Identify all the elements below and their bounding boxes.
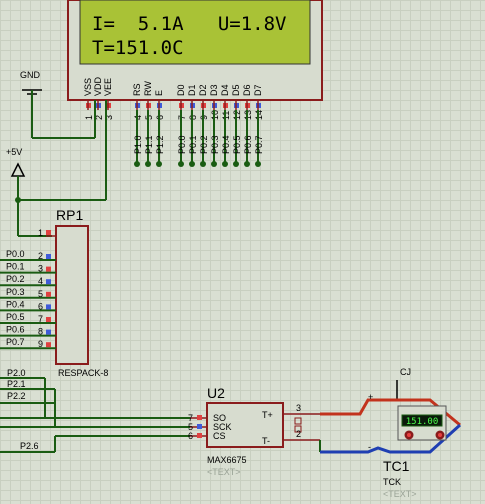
lcd-net-label: P0.7 <box>254 135 264 154</box>
tc1-text-placeholder: <TEXT> <box>383 489 417 499</box>
rp1-pin-marker <box>46 317 51 322</box>
lcd-pin-name: VSS <box>83 78 93 96</box>
tc1-thermocouple[interactable]: CJ + - 151.00 TC1 TCK <TEXT> <box>320 367 462 499</box>
lcd-net-label: P0.0 <box>177 135 187 154</box>
lcd-pin-name: VDD <box>93 76 103 96</box>
lcd-line-1: I= 5.1A U=1.8V <box>92 13 286 35</box>
u2-ref: U2 <box>207 385 225 401</box>
lcd-net-label: P1.2 <box>155 135 165 154</box>
net-p2-6: P2.6 <box>20 441 39 451</box>
rp1-pin-number: 8 <box>38 327 43 337</box>
tc1-ref: TC1 <box>383 458 410 474</box>
rp1-pin-marker <box>46 254 51 259</box>
u2-value: MAX6675 <box>207 455 247 465</box>
u2-pin-name: T- <box>262 436 270 446</box>
rp1-respack[interactable]: RP1 1 RESPACK-8 P0.0 2 P0.1 3 P0.2 4 P0.3 5 P0.4… <box>0 207 108 378</box>
u2-pin-marker <box>197 415 202 420</box>
tc1-down-button[interactable] <box>404 430 414 440</box>
net-p2-2: P2.2 <box>7 391 26 401</box>
lcd-pin-name: D4 <box>220 84 230 96</box>
lcd-pin-name: D0 <box>176 84 186 96</box>
u2-pin-marker <box>197 424 202 429</box>
u2-pin-name: CS <box>213 431 226 441</box>
rp1-pin-number: 2 <box>38 251 43 261</box>
schematic-canvas[interactable]: I= 5.1A U=1.8V T=151.0C VSS1VDD2VEE3RS4R… <box>0 0 485 504</box>
rp1-pin-marker <box>46 279 51 285</box>
rp1-net-label: P0.6 <box>6 325 25 335</box>
tc1-minus: - <box>368 442 371 452</box>
lcd-pin-name: D5 <box>231 84 241 96</box>
rp1-pin-number: 4 <box>38 276 43 286</box>
rp1-pin-marker <box>46 329 51 335</box>
lcd-net-label: P1.0 <box>133 135 143 154</box>
rp1-net-label: P0.7 <box>6 337 25 347</box>
u2-pin-number: 2 <box>296 429 301 439</box>
lcd-line-2: T=151.0C <box>92 37 184 59</box>
rp1-pin-marker <box>46 291 51 297</box>
lcd-net-label: P0.1 <box>188 135 198 154</box>
lcd-pin-name: D1 <box>187 84 197 96</box>
lcd-pin-name: D6 <box>242 84 252 96</box>
rp1-pin-marker <box>46 266 51 272</box>
u2-text-placeholder: <TEXT> <box>207 467 241 477</box>
lcd-pin-name: D7 <box>253 84 263 96</box>
rp1-body <box>55 225 89 365</box>
rp1-net-label: P0.5 <box>6 312 25 322</box>
u2-pin-name: T+ <box>262 410 273 420</box>
u2-max6675[interactable]: U2 MAX6675 <TEXT> 7 SO5 SCK6 CST+3T-2 <box>188 385 321 477</box>
tc1-reading: 151.00 <box>406 417 439 427</box>
net-p2-1: P2.1 <box>7 379 26 389</box>
gnd-label: GND <box>20 70 41 80</box>
rp1-pin-number: 7 <box>38 314 43 324</box>
lcd-net-label: P0.3 <box>210 135 220 154</box>
lcd-net-label: P0.2 <box>199 135 209 154</box>
tc1-plus: + <box>368 392 373 402</box>
rp1-pins: P0.0 2 P0.1 3 P0.2 4 P0.3 5 P0.4 6 P0.5 7 P0.6 8 P0.7 9 <box>0 249 56 350</box>
schematic-svg: I= 5.1A U=1.8V T=151.0C VSS1VDD2VEE3RS4R… <box>0 0 462 499</box>
rp1-pin1-num: 1 <box>38 228 43 238</box>
rp1-pin-number: 5 <box>38 289 43 299</box>
rp1-value: RESPACK-8 <box>58 368 108 378</box>
rp1-net-label: P0.4 <box>6 299 25 309</box>
lcd-pin-name: D3 <box>209 84 219 96</box>
lcd-pin-name: E <box>154 90 164 96</box>
rp1-pin-number: 6 <box>38 301 43 311</box>
rp1-pin-marker <box>46 342 51 348</box>
net-p2-0: P2.0 <box>7 368 26 378</box>
lcd-pin-name: RW <box>143 81 153 96</box>
rp1-net-label: P0.2 <box>6 274 25 284</box>
lcd-net-label: P0.5 <box>232 135 242 154</box>
lcd-pin-name: VEE <box>103 78 113 96</box>
vcc-label: +5V <box>6 147 22 157</box>
rp1-pin-number: 9 <box>38 339 43 349</box>
tc1-value: TCK <box>383 477 401 487</box>
u2-pin-marker <box>197 433 202 438</box>
rp1-net-label: P0.0 <box>6 249 25 259</box>
rp1-net-label: P0.1 <box>6 262 25 272</box>
tc1-up-button[interactable] <box>435 430 445 440</box>
lcd-net-label: P0.6 <box>243 135 253 154</box>
lcd-pin-number: 1 <box>84 115 94 120</box>
tc1-cj-label: CJ <box>400 367 411 377</box>
lcd-pins <box>86 100 261 110</box>
rp1-net-label: P0.3 <box>6 287 25 297</box>
rp1-ref: RP1 <box>56 207 83 223</box>
u2-pin-number: 6 <box>188 431 193 441</box>
rp1-pin-number: 3 <box>38 264 43 274</box>
rp1-pin-marker <box>46 304 51 310</box>
lcd-net-label: P0.4 <box>221 135 231 154</box>
u2-pin-number: 3 <box>296 403 301 413</box>
lcd-pin-name: D2 <box>198 84 208 96</box>
lcd-pin-name: RS <box>132 83 142 96</box>
lcd-net-label: P1.1 <box>144 135 154 154</box>
p2-nets: P2.0 P2.1 P2.2 P2.6 <box>0 368 190 453</box>
